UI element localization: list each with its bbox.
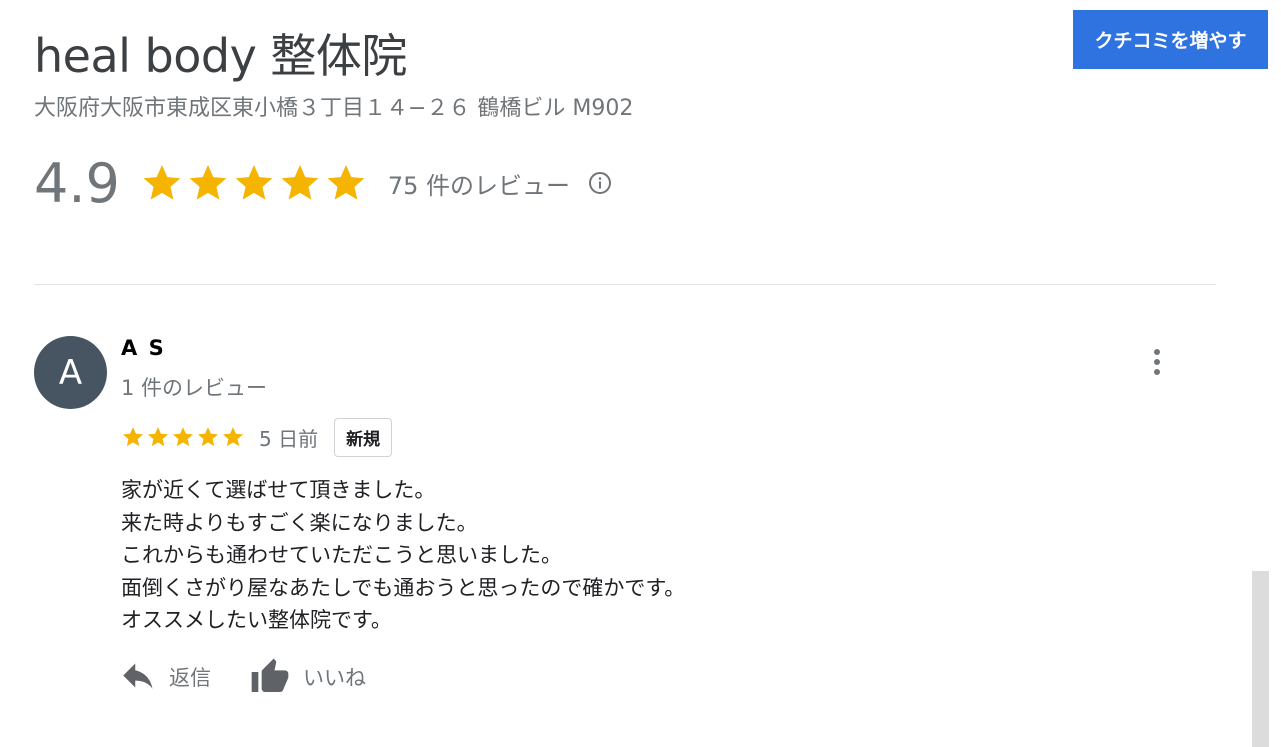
star-icon (123, 427, 143, 447)
star-icon (223, 427, 243, 447)
review-text-line: 家が近くて選ばせて頂きました。 (121, 478, 436, 502)
rating-score: 4.9 (34, 151, 120, 215)
review-date: 5 日前 (259, 426, 319, 451)
add-review-button[interactable]: クチコミを増やす (1073, 10, 1268, 69)
reply-label: 返信 (169, 666, 211, 690)
info-icon[interactable] (588, 171, 612, 195)
divider (34, 284, 1216, 285)
reviewer-name[interactable]: A S (121, 336, 166, 360)
star-icon (143, 165, 181, 200)
scrollbar-thumb[interactable] (1252, 571, 1269, 747)
reply-icon (123, 663, 153, 689)
review-text-line: 面倒くさがり屋なあたしでも通おうと思ったので確かです。 (121, 575, 686, 600)
review-text-line: 来た時よりもすごく楽になりました。 (121, 510, 478, 535)
review-rating-row: 5 日前 新規 (121, 417, 393, 457)
more-vert-dot (1154, 359, 1160, 365)
star-icon (189, 165, 227, 200)
star-icon (148, 427, 168, 447)
reviewer-review-count: 1 件のレビュー (121, 376, 268, 400)
more-vert-icon (1154, 349, 1160, 355)
star-icon (173, 427, 193, 447)
review-text-line: オススメしたい整体院です。 (121, 608, 392, 632)
review-stars (121, 425, 245, 449)
star-icon (281, 165, 319, 200)
star-icon (235, 165, 273, 200)
like-button[interactable]: いいね (249, 657, 366, 697)
business-address: 大阪府大阪市東成区東小橋３丁目１４−２６ 鶴橋ビル M902 (34, 96, 634, 121)
rating-stars (140, 161, 368, 205)
like-label: いいね (303, 666, 366, 690)
review-count[interactable]: 75 件のレビュー (388, 166, 570, 201)
star-icon (327, 165, 365, 200)
more-options-button[interactable] (1144, 344, 1170, 380)
more-vert-dot (1154, 369, 1160, 375)
new-badge: 新規 (334, 417, 393, 457)
avatar[interactable]: A (34, 336, 107, 409)
business-title: heal body 整体院 (34, 29, 407, 83)
review-body: 家が近くて選ばせて頂きました。 来た時よりもすごく楽になりました。 これからも通… (121, 474, 1021, 637)
review-actions: 返信 いいね (121, 654, 404, 700)
star-icon (198, 427, 218, 447)
thumb-up-icon (251, 658, 289, 692)
review-text-line: これからも通わせていただこうと思いました。 (121, 543, 562, 567)
rating-summary: 4.9 75 件のレビュー (34, 150, 612, 216)
reply-button[interactable]: 返信 (121, 662, 211, 692)
